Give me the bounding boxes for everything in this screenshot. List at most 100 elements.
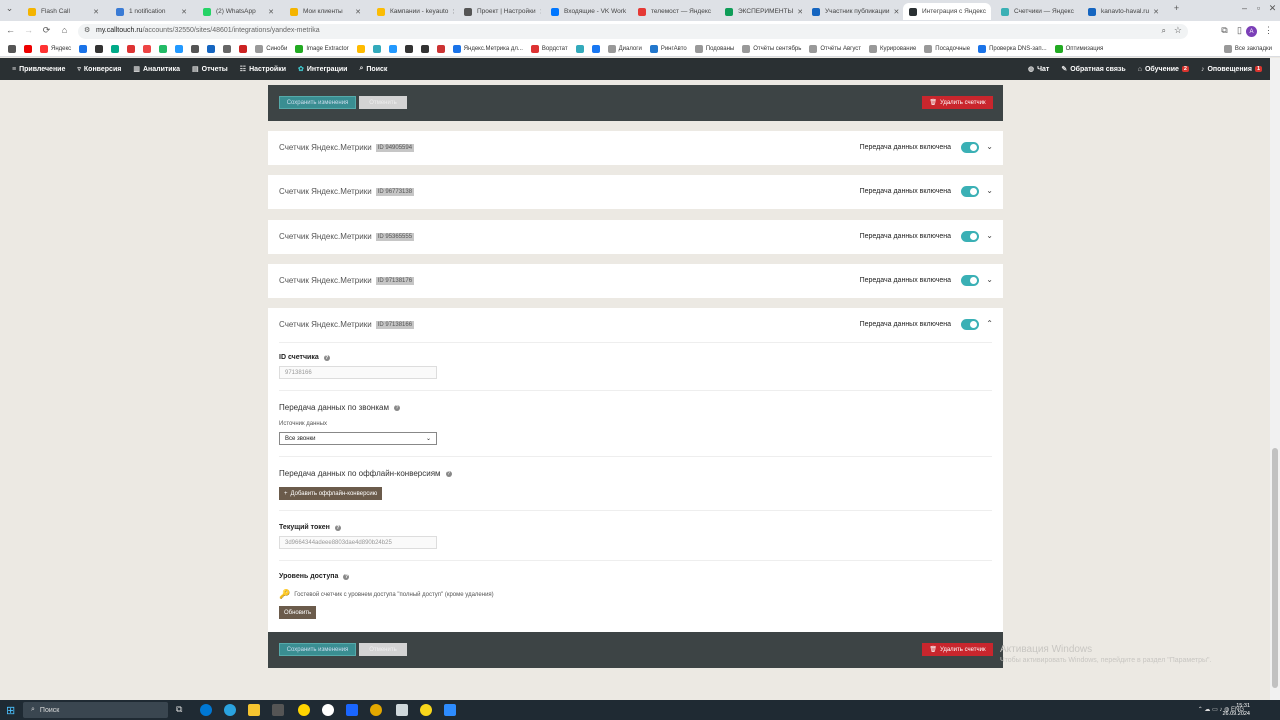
nav-integrations[interactable]: ✿ Интеграции: [298, 65, 347, 74]
bookmark-icon[interactable]: [356, 45, 365, 53]
bookmark-icon[interactable]: [420, 45, 429, 53]
bookmark-dialogs[interactable]: Диалоги: [607, 45, 642, 53]
bookmark-image-extractor[interactable]: Image Extractor: [295, 45, 349, 53]
page-scrollbar[interactable]: [1270, 58, 1280, 700]
maximize-icon[interactable]: ▫: [1252, 3, 1265, 13]
bookmark-icon[interactable]: [591, 45, 600, 53]
tab-my-clients[interactable]: Мои клиенты ✕: [284, 3, 367, 20]
delete-counter-button[interactable]: 🗑 Удалить счетчик: [922, 96, 993, 109]
token-field[interactable]: 3d9664344adeee8803dae4d890b24b25: [279, 536, 437, 549]
tab-whatsapp[interactable]: (2) WhatsApp ✕: [197, 3, 280, 20]
sidebar-icon[interactable]: ▯: [1233, 25, 1246, 36]
bookmark-icon[interactable]: [239, 45, 248, 53]
bookmark-icon[interactable]: [575, 45, 584, 53]
nav-analytics[interactable]: ▥ Аналитика: [133, 65, 180, 74]
bookmark-ringavto[interactable]: РингАвто: [649, 45, 687, 53]
close-icon[interactable]: ✕: [1074, 8, 1079, 16]
cancel-button[interactable]: Отменить: [359, 643, 407, 656]
bookmark-star-icon[interactable]: ☆: [1174, 25, 1182, 36]
chrome-icon[interactable]: [370, 704, 382, 716]
tab-kanavto[interactable]: kanavto-haval.ru ✕: [1082, 3, 1165, 20]
bookmark-metrika[interactable]: Яндекс.Метрика дл...: [452, 45, 523, 53]
bookmark-icon[interactable]: [111, 45, 120, 53]
chevron-down-icon[interactable]: ⌄: [986, 231, 993, 240]
chevron-down-icon[interactable]: ⌄: [986, 142, 993, 151]
close-icon[interactable]: ✕: [536, 8, 541, 16]
bookmark-icon[interactable]: [79, 45, 88, 53]
chevron-up-icon[interactable]: ⌃: [986, 319, 993, 328]
yandex-browser-icon[interactable]: [322, 704, 334, 716]
nav-chat[interactable]: ◍ Чат: [1028, 65, 1049, 74]
bookmark-dns[interactable]: Проверка DNS-зап...: [978, 45, 1047, 53]
counter-row[interactable]: Счетчик Яндекс.Метрики ID 96773138 Переда…: [268, 175, 1003, 209]
tab-search-icon[interactable]: ⌄: [3, 3, 16, 14]
nav-feedback[interactable]: ✎ Обратная связь: [1061, 65, 1125, 74]
profile-avatar[interactable]: A: [1246, 26, 1257, 37]
save-changes-button[interactable]: Сохранить изменения: [279, 96, 356, 109]
nav-alerts[interactable]: ♪ Оповещения 1: [1201, 66, 1262, 73]
app-icon[interactable]: [272, 704, 284, 716]
source-select[interactable]: Все звонки ⌄: [279, 432, 437, 445]
close-icon[interactable]: ✕: [177, 8, 187, 16]
site-info-icon[interactable]: ⚙: [84, 26, 90, 34]
counter-row[interactable]: Счетчик Яндекс.Метрики ID 95365555 Переда…: [268, 220, 1003, 254]
tab-telemost[interactable]: телемост — Яндекс✕: [632, 3, 715, 20]
close-icon[interactable]: ✕: [264, 8, 274, 16]
bookmark-icon[interactable]: [207, 45, 216, 53]
bookmark-icon[interactable]: [388, 45, 397, 53]
counter-id-field[interactable]: 97138166: [279, 366, 437, 379]
bookmark-icon[interactable]: [143, 45, 152, 53]
home-icon[interactable]: ⌂: [58, 25, 71, 35]
counter-row[interactable]: Счетчик Яндекс.Метрики ID 97138166 Переда…: [268, 308, 1003, 342]
bookmark-all[interactable]: Все закладки: [1223, 45, 1272, 53]
bookmark-yandex[interactable]: Яндекс: [40, 45, 71, 53]
close-icon[interactable]: ✕: [351, 8, 361, 16]
nav-search[interactable]: ⌕ Поиск: [359, 65, 387, 73]
app-icon[interactable]: [346, 704, 358, 716]
tab-participant[interactable]: Участник публикации ✕: [806, 3, 899, 20]
chevron-down-icon[interactable]: ⌄: [986, 186, 993, 195]
bookmark-icon[interactable]: [127, 45, 136, 53]
close-icon[interactable]: ✕: [89, 8, 99, 16]
counter-row[interactable]: Счетчик Яндекс.Метрики ID 94905594 Переда…: [268, 131, 1003, 165]
tab-campaigns[interactable]: Кампании - keyauto✕: [371, 3, 454, 20]
add-offline-conversion-button[interactable]: + Добавить оффлайн-конверсию: [279, 487, 383, 500]
minimize-icon[interactable]: –: [1238, 3, 1251, 13]
file-explorer-icon[interactable]: [248, 704, 260, 716]
tab-experiments[interactable]: ЭКСПЕРИМЕНТЫ ✕: [719, 3, 802, 20]
bookmark-optimization[interactable]: Оптимизация: [1054, 45, 1103, 53]
close-icon[interactable]: ✕: [626, 8, 628, 16]
close-icon[interactable]: ✕: [793, 8, 802, 16]
new-tab-icon[interactable]: +: [1170, 3, 1183, 13]
bookmark-landing[interactable]: Посадочные: [924, 45, 970, 53]
bookmark-curation[interactable]: Курирование: [869, 45, 916, 53]
close-window-icon[interactable]: ✕: [1266, 3, 1279, 14]
transfer-toggle[interactable]: [961, 231, 979, 242]
save-changes-button[interactable]: Сохранить изменения: [279, 643, 356, 656]
tab-integration-yandex[interactable]: Интеграция с Яндекс✕: [903, 3, 991, 20]
app-icon[interactable]: [396, 704, 408, 716]
refresh-button[interactable]: Обновить: [279, 606, 317, 619]
bookmark-icon[interactable]: [175, 45, 184, 53]
close-icon[interactable]: ✕: [986, 8, 991, 16]
bookmark-apps[interactable]: [8, 45, 16, 53]
help-icon[interactable]: ?: [343, 573, 350, 580]
forward-icon[interactable]: →: [22, 25, 35, 35]
menu-icon[interactable]: ⋮: [1262, 25, 1275, 36]
help-icon[interactable]: ?: [334, 524, 341, 531]
bookmark-wordstat[interactable]: Вордстат: [530, 45, 568, 53]
bookmark-icon[interactable]: [191, 45, 200, 53]
windows-start-icon[interactable]: ⊞: [6, 704, 15, 717]
bookmark-youtube[interactable]: [24, 45, 32, 53]
task-view-icon[interactable]: ⧉: [176, 704, 188, 716]
bookmark-reports-sep[interactable]: Отчёты сентябрь: [742, 45, 801, 53]
nav-settings[interactable]: ☷ Настройки: [240, 65, 286, 74]
tab-vk-work[interactable]: Входящие - VK Work✕: [545, 3, 628, 20]
transfer-toggle[interactable]: [961, 142, 979, 153]
bookmark-podovany[interactable]: Подованы: [694, 45, 734, 53]
app-icon[interactable]: [298, 704, 310, 716]
transfer-toggle[interactable]: [961, 275, 979, 286]
telegram-icon[interactable]: [224, 704, 236, 716]
bookmark-icon[interactable]: [372, 45, 381, 53]
transfer-toggle[interactable]: [961, 319, 979, 330]
